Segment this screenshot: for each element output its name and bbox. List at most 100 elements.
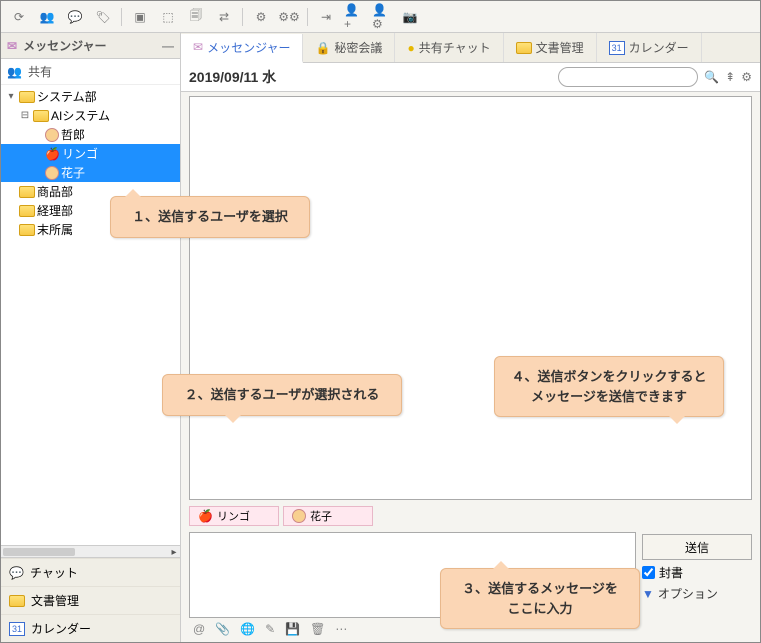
chat-icon: ● (407, 41, 414, 55)
tree-user-tetsuro[interactable]: 哲郎 (1, 125, 180, 144)
gears-icon[interactable]: ⚙⚙ (279, 7, 299, 27)
globe-icon[interactable]: 🌐 (240, 622, 255, 636)
user-label: 哲郎 (61, 126, 85, 143)
options-toggle[interactable]: ▼ オプション (642, 585, 752, 602)
compose-actions: 送信 封書 ▼ オプション (642, 532, 752, 618)
mention-icon[interactable]: @ (193, 622, 205, 636)
sidebar-item-label: カレンダー (31, 620, 91, 637)
up-icon[interactable]: ⇞ (725, 70, 735, 84)
separator (307, 8, 308, 26)
minimize-icon[interactable]: — (162, 39, 174, 53)
avatar-icon (45, 128, 59, 142)
gear-icon[interactable]: ⚙ (741, 70, 752, 84)
folder-icon (19, 224, 35, 236)
note-icon[interactable]: 🗐 (186, 7, 206, 27)
attach-icon[interactable]: 📎 (215, 622, 230, 636)
separator (121, 8, 122, 26)
tab-label: 共有チャット (419, 39, 491, 56)
edit-icon[interactable]: ✎ (265, 622, 275, 636)
folder-icon (19, 186, 35, 198)
tab-shared-chat[interactable]: ● 共有チャット (395, 33, 503, 62)
camera-icon[interactable]: 📷 (400, 7, 420, 27)
callout-4: ４、送信ボタンをクリックすると メッセージを送信できます (494, 356, 724, 417)
sidebar-item-label: チャット (30, 564, 78, 581)
tab-secret[interactable]: 🔒 秘密会議 (303, 33, 395, 62)
shared-label: 共有 (28, 63, 52, 80)
crop-icon[interactable]: ▣ (130, 7, 150, 27)
user-gear-icon[interactable]: 👤⚙ (372, 7, 392, 27)
search-icon[interactable]: 🔍 (704, 70, 719, 84)
avatar-icon (45, 166, 59, 180)
folder-icon (19, 205, 35, 217)
callout-2: ２、送信するユーザが選択される (162, 374, 402, 416)
sidebar-item-docs[interactable]: 文書管理 (1, 586, 180, 614)
tree-user-hanako[interactable]: 花子 (1, 163, 180, 182)
sidebar-header: ✉ メッセンジャー — (1, 33, 180, 59)
sealed-label: 封書 (659, 564, 683, 581)
recipients: 🍎 リンゴ 花子 (181, 504, 760, 528)
tag-icon[interactable]: 🏷 (93, 7, 113, 27)
sync-icon[interactable]: ⇄ (214, 7, 234, 27)
sidebar: ✉ メッセンジャー — 👥 共有 ▾ システム部 ⊟ AIシステム (1, 33, 181, 642)
recipient-name: リンゴ (217, 508, 250, 524)
sidebar-bottom: 💬 チャット 文書管理 31 カレンダー (1, 557, 180, 642)
folder-label: システム部 (37, 88, 97, 105)
sealed-checkbox[interactable]: 封書 (642, 564, 752, 581)
folder-icon (33, 110, 49, 122)
import-icon[interactable]: ⇥ (316, 7, 336, 27)
triangle-down-icon: ▼ (642, 587, 654, 601)
message-list[interactable] (189, 96, 752, 500)
scroll-right-icon[interactable]: ▸ (168, 546, 180, 558)
user-label: 花子 (61, 164, 85, 181)
recipient-chip-ringo[interactable]: 🍎 リンゴ (189, 506, 279, 526)
lock-icon: 🔒 (315, 41, 330, 55)
send-button[interactable]: 送信 (642, 534, 752, 560)
apple-icon: 🍎 (198, 509, 213, 523)
group-icon[interactable]: 👥 (37, 7, 57, 27)
date-bar: 2019/09/11 水 🔍 ⇞ ⚙ (181, 63, 760, 92)
select-icon[interactable]: ⬚ (158, 7, 178, 27)
add-user-icon[interactable]: 👤+ (344, 7, 364, 27)
sidebar-item-calendar[interactable]: 31 カレンダー (1, 614, 180, 642)
sealed-checkbox-input[interactable] (642, 566, 655, 579)
scroll-thumb[interactable] (3, 548, 75, 556)
expand-icon[interactable]: ▾ (5, 91, 17, 102)
tab-docs[interactable]: 文書管理 (504, 33, 597, 62)
search-input[interactable] (558, 67, 698, 87)
tab-calendar[interactable]: 31 カレンダー (597, 33, 702, 62)
folder-label: 末所属 (37, 221, 73, 238)
shared-row[interactable]: 👥 共有 (1, 59, 180, 85)
tree-user-ringo[interactable]: 🍎 リンゴ (1, 144, 180, 163)
save-icon[interactable]: 💾 (285, 622, 300, 636)
tab-label: 秘密会議 (334, 39, 382, 56)
tab-messenger[interactable]: ✉ メッセンジャー (181, 34, 303, 63)
tab-label: メッセンジャー (207, 39, 290, 56)
tab-label: カレンダー (629, 39, 689, 56)
gear-icon[interactable]: ⚙ (251, 7, 271, 27)
trash-icon[interactable]: 🗑 (310, 622, 325, 636)
tree-folder-ai[interactable]: ⊟ AIシステム (1, 106, 180, 125)
recipient-chip-hanako[interactable]: 花子 (283, 506, 373, 526)
apple-icon: 🍎 (45, 147, 60, 161)
folder-icon (19, 91, 35, 103)
folder-icon (516, 42, 532, 54)
user-label: リンゴ (62, 145, 98, 162)
main-toolbar: ⟳ 👥 💬 🏷 ▣ ⬚ 🗐 ⇄ ⚙ ⚙⚙ ⇥ 👤+ 👤⚙ 📷 (1, 1, 760, 33)
h-scrollbar[interactable]: ◂ ▸ (1, 545, 180, 557)
refresh-icon[interactable]: ⟳ (9, 7, 29, 27)
tree-folder-system[interactable]: ▾ システム部 (1, 87, 180, 106)
sidebar-item-chat[interactable]: 💬 チャット (1, 558, 180, 586)
group-icon: 👥 (7, 65, 22, 79)
current-date: 2019/09/11 水 (189, 67, 276, 87)
avatar-icon (292, 509, 306, 523)
search-box (558, 67, 698, 87)
user-chat-icon[interactable]: 💬 (65, 7, 85, 27)
chat-icon: 💬 (9, 566, 24, 580)
more-icon[interactable]: ⋯ (335, 622, 347, 636)
calendar-icon: 31 (609, 41, 625, 55)
content: ✉ メッセンジャー 🔒 秘密会議 ● 共有チャット 文書管理 31 カレ (181, 33, 760, 642)
calendar-icon: 31 (9, 622, 25, 636)
sidebar-title: メッセンジャー (23, 37, 106, 54)
callout-1: １、送信するユーザを選択 (110, 196, 310, 238)
collapse-icon[interactable]: ⊟ (19, 110, 31, 121)
